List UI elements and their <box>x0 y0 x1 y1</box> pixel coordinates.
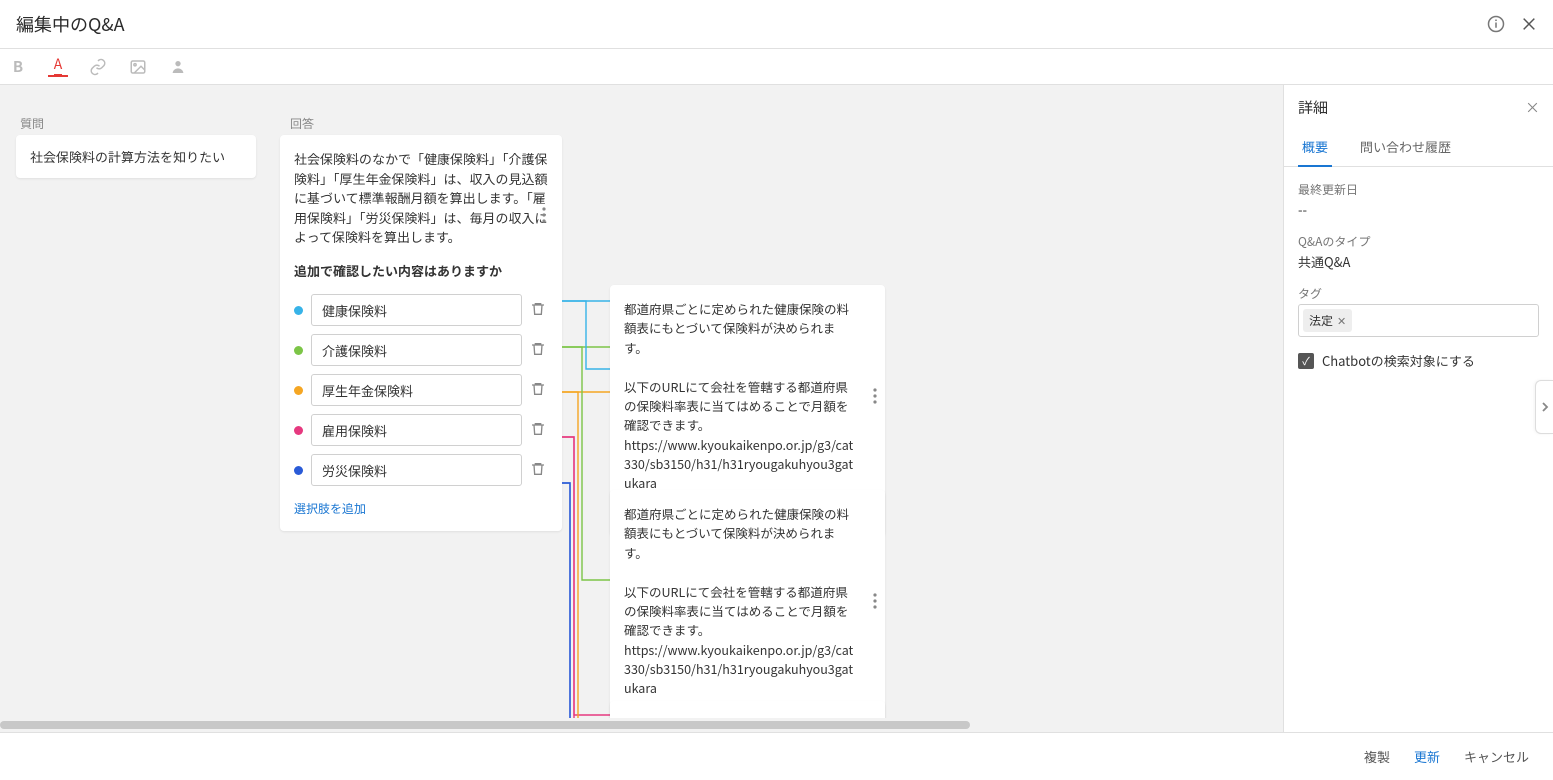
sub-answer-card: 都道府県ごとに定められた健康保険の料額表にもとづいて保険料が決められます。 以下… <box>610 490 885 732</box>
option-input[interactable] <box>311 454 522 486</box>
option-row <box>294 414 548 446</box>
answer-text[interactable]: 社会保険料のなかで「健康保険料」「介護保険料」「厚生年金保険料」は、収入の見込額… <box>294 149 548 247</box>
info-icon[interactable] <box>1487 15 1505 33</box>
update-button[interactable]: 更新 <box>1414 747 1440 766</box>
panel-title: 詳細 <box>1298 97 1328 118</box>
toolbar: B A <box>0 49 1553 85</box>
checkbox-label: Chatbotの検索対象にする <box>1322 351 1475 370</box>
option-row <box>294 334 548 366</box>
connector-lines <box>562 295 612 732</box>
chatbot-checkbox-row[interactable]: ✓ Chatbotの検索対象にする <box>1298 351 1539 370</box>
sub-answer-text[interactable]: 都道府県ごとに定められた健康保険の料額表にもとづいて保険料が決められます。 以下… <box>624 299 871 493</box>
sub-more-icon[interactable] <box>869 589 881 613</box>
option-input[interactable] <box>311 294 522 326</box>
sub-answer-text[interactable]: 都道府県ごとに定められた健康保険の料額表にもとづいて保険料が決められます。 以下… <box>624 504 871 698</box>
option-input[interactable] <box>311 374 522 406</box>
question-card[interactable]: 社会保険料の計算方法を知りたい <box>16 135 256 178</box>
checkbox-checked-icon[interactable]: ✓ <box>1298 353 1314 369</box>
header: 編集中のQ&A <box>0 0 1553 49</box>
question-text: 社会保険料の計算方法を知りたい <box>30 147 225 166</box>
page-title: 編集中のQ&A <box>16 11 125 37</box>
tag-chip: 法定 ✕ <box>1303 309 1352 332</box>
link-button[interactable] <box>88 57 108 77</box>
person-button[interactable] <box>168 57 188 77</box>
image-button[interactable] <box>128 57 148 77</box>
text-color-button[interactable]: A <box>48 57 68 77</box>
close-icon[interactable] <box>1521 16 1537 32</box>
trash-icon[interactable] <box>530 301 548 319</box>
option-dot <box>294 306 303 315</box>
answer-prompt[interactable]: 追加で確認したい内容はありますか <box>294 261 548 281</box>
trash-icon[interactable] <box>530 421 548 439</box>
option-row <box>294 454 548 486</box>
option-input[interactable] <box>311 334 522 366</box>
expand-panel-handle[interactable] <box>1535 380 1553 434</box>
trash-icon[interactable] <box>530 461 548 479</box>
add-option-link[interactable]: 選択肢を追加 <box>294 500 366 517</box>
option-dot <box>294 426 303 435</box>
duplicate-button[interactable]: 複製 <box>1364 747 1390 766</box>
horizontal-scrollbar[interactable] <box>0 718 1283 732</box>
panel-close-icon[interactable] <box>1526 101 1539 114</box>
tag-label: タグ <box>1298 285 1539 302</box>
sub-more-icon[interactable] <box>869 384 881 408</box>
option-dot <box>294 346 303 355</box>
trash-icon[interactable] <box>530 341 548 359</box>
question-label: 質問 <box>20 115 44 132</box>
tab-overview[interactable]: 概要 <box>1298 129 1332 166</box>
last-updated-label: 最終更新日 <box>1298 181 1539 198</box>
type-label: Q&Aのタイプ <box>1298 233 1539 250</box>
bold-button[interactable]: B <box>8 57 28 77</box>
type-value: 共通Q&A <box>1298 252 1539 271</box>
tag-input[interactable]: 法定 ✕ <box>1298 304 1539 337</box>
cancel-button[interactable]: キャンセル <box>1464 747 1529 766</box>
editor-canvas[interactable]: 質問 回答 社会保険料の計算方法を知りたい 社会保険料のなかで「健康保険料」「介… <box>0 85 1283 732</box>
trash-icon[interactable] <box>530 381 548 399</box>
answer-card: 社会保険料のなかで「健康保険料」「介護保険料」「厚生年金保険料」は、収入の見込額… <box>280 135 562 531</box>
footer: 複製 更新 キャンセル <box>0 732 1553 780</box>
option-dot <box>294 466 303 475</box>
option-dot <box>294 386 303 395</box>
answer-label: 回答 <box>290 115 314 132</box>
option-input[interactable] <box>311 414 522 446</box>
detail-panel: 詳細 概要 問い合わせ履歴 最終更新日 -- Q&Aのタイプ 共通Q&A タグ … <box>1283 85 1553 732</box>
answer-more-icon[interactable] <box>538 203 550 227</box>
tag-remove-icon[interactable]: ✕ <box>1337 313 1346 329</box>
tab-history[interactable]: 問い合わせ履歴 <box>1356 129 1455 166</box>
option-row <box>294 374 548 406</box>
option-row <box>294 294 548 326</box>
last-updated-value: -- <box>1298 200 1539 219</box>
